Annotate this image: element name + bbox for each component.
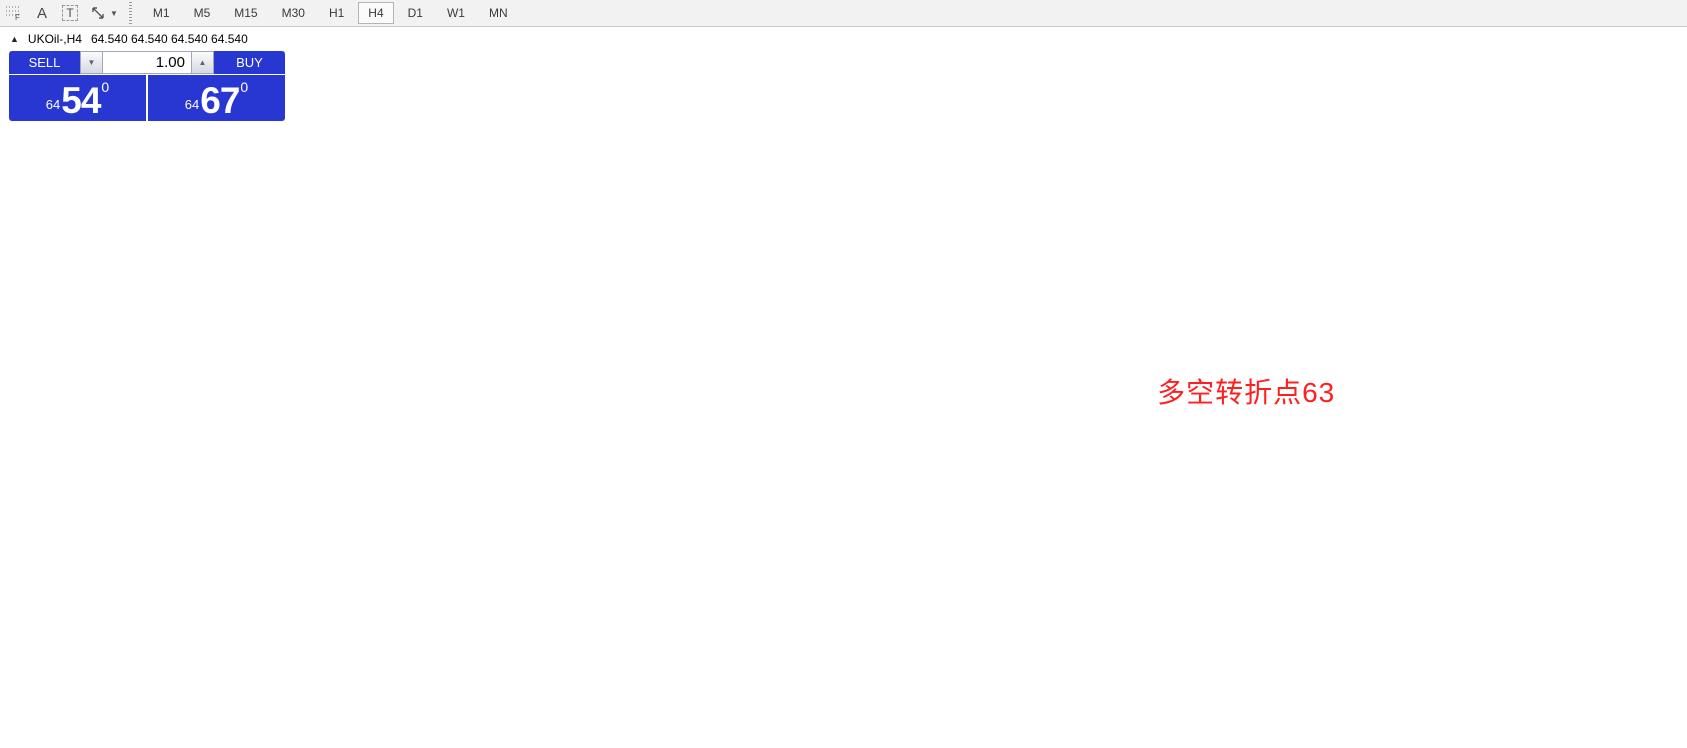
buy-price-big: 67 [200,79,240,121]
svg-text:9 Jan 2019: 9 Jan 2019 [40,731,94,743]
green-line-price-tag: 63.268 [1639,169,1687,184]
blue-line-price-tag: 61.084 [1639,338,1687,353]
sell-price-button[interactable]: 64 54 0 [9,75,146,121]
volume-decrease-button[interactable]: ▼ [80,51,103,74]
svg-text:62.740: 62.740 [1643,213,1677,225]
timeframe-m15[interactable]: M15 [224,2,267,24]
buy-price-sup: 0 [240,79,249,95]
chevron-down-icon[interactable]: ▼ [110,9,118,18]
ohlc-readout: 64.540 64.540 64.540 64.540 [90,32,248,46]
chart-header: ▲ UKOil-,H4 64.540 64.540 64.540 64.540 [10,32,248,46]
sell-button[interactable]: SELL [9,51,80,74]
svg-text:17 Jan 13:00: 17 Jan 13:00 [282,731,346,743]
svg-text:25 Jan 09:00: 25 Jan 09:00 [556,731,620,743]
svg-text:60.240: 60.240 [1643,406,1677,418]
svg-text:21 Jan 08:00: 21 Jan 08:00 [373,731,437,743]
arrows-objects-icon[interactable] [86,2,110,24]
svg-text:63.268: 63.268 [1643,172,1677,184]
horizontal-line-green[interactable] [7,172,1638,181]
buy-price-button[interactable]: 64 67 0 [148,75,285,121]
last-price-marker [1302,77,1312,80]
timeframe-h1[interactable]: H1 [319,2,354,24]
svg-text:11 Jan 17:00: 11 Jan 17:00 [100,731,163,743]
svg-text:0.00: 0.00 [1643,570,1664,582]
svg-text:6 Feb 05:00: 6 Feb 05:00 [923,731,982,743]
svg-text:1.3683: 1.3683 [1643,535,1677,547]
timeframe-m1[interactable]: M1 [143,2,180,24]
timeframe-h4[interactable]: H4 [358,2,394,24]
svg-text:62.120: 62.120 [1643,261,1677,273]
svg-text:F: F [15,13,20,21]
sell-price-sup: 0 [101,79,110,95]
svg-text:61.490: 61.490 [1643,309,1677,321]
sell-price-big: 54 [61,79,101,121]
rsi-pane: RSI(14) 67.9303 100 70 30 0 [7,594,1661,721]
svg-text:64.000: 64.000 [1643,115,1677,127]
symbol-title: UKOil-,H4 [27,32,82,46]
one-click-trading-panel: SELL ▼ ▲ BUY 64540 64670 [9,51,285,121]
volume-increase-button[interactable]: ▲ [191,51,214,74]
ma-fast-orange[interactable] [24,162,1318,508]
time-axis[interactable]: 9 Jan 2019 11 Jan 17:00 15 Jan 13:00 17 Jan… [40,731,1258,743]
timeframe-d1[interactable]: D1 [398,2,433,24]
macd-pane: MACD(12,26,9) 0.6612 0.5509 1.3683 0.00-0.… [9,535,1680,592]
timeframe-mn[interactable]: MN [479,2,518,24]
svg-text:30: 30 [1643,680,1655,692]
svg-text:4 Feb 04:00: 4 Feb 04:00 [832,731,891,743]
svg-text:70: 70 [1643,631,1655,643]
svg-text:58.990: 58.990 [1643,503,1677,515]
collapse-trade-panel-icon[interactable]: ▲ [10,34,19,44]
rsi-line [9,630,1310,681]
svg-text:29 Jan 09:00: 29 Jan 09:00 [647,731,711,743]
svg-text:-0.4332: -0.4332 [1643,580,1680,592]
buy-price-prefix: 64 [184,97,200,112]
text-icon[interactable]: A [30,2,54,24]
svg-text:31 Jan 09:00: 31 Jan 09:00 [738,731,802,743]
macd-label: MACD(12,26,9) 0.6612 0.5509 [10,537,160,549]
svg-text:63.370: 63.370 [1643,164,1677,176]
toolbar: F A T ▼ M1 M5 M15 M30 H1 H4 D1 W1 MN [0,0,1687,27]
svg-text:23 Jan 09:00: 23 Jan 09:00 [465,731,529,743]
horizontal-line-blue[interactable] [7,341,1638,351]
candles [7,68,1313,511]
svg-text:100: 100 [1643,594,1661,606]
text-label-icon[interactable]: T [58,2,82,24]
fibonacci-icon[interactable]: F [2,2,26,24]
buy-button[interactable]: BUY [214,51,285,74]
svg-text:14 Feb 01:00: 14 Feb 01:00 [1194,731,1259,743]
svg-text:64.540: 64.540 [1643,73,1677,85]
svg-text:61.084: 61.084 [1643,341,1677,353]
svg-text:59.610: 59.610 [1643,455,1677,467]
timeframe-m5[interactable]: M5 [184,2,221,24]
last-price-tag: 64.540 [1639,71,1687,86]
sell-price-prefix: 64 [45,97,61,112]
chart-text-annotation[interactable]: 多空转折点63 [1157,371,1335,411]
svg-text:0: 0 [1643,709,1649,721]
mt4-terminal: F A T ▼ M1 M5 M15 M30 H1 H4 D1 W1 MN ▲ UKOil-,H4… [0,0,1687,748]
price-gridlines: 64.620 64.000 63.370 62.740 62.120 61.490 60.8… [7,67,1677,515]
macd-signal-line [9,536,1310,583]
svg-text:60.870: 60.870 [1643,357,1677,369]
svg-text:12 Feb 01:00: 12 Feb 01:00 [1102,731,1167,743]
ma-mid-magenta[interactable] [237,231,1318,528]
volume-input[interactable] [103,51,191,74]
rsi-label: RSI(14) 67.9303 [10,601,91,613]
svg-text:15 Jan 13:00: 15 Jan 13:00 [191,731,255,743]
svg-text:8 Feb 05:00: 8 Feb 05:00 [1014,731,1073,743]
chart-shift-icon[interactable] [1303,31,1317,39]
timeframe-w1[interactable]: W1 [437,2,475,24]
toolbar-separator [127,2,135,24]
svg-text:64.620: 64.620 [1643,67,1677,79]
timeframe-m30[interactable]: M30 [272,2,315,24]
